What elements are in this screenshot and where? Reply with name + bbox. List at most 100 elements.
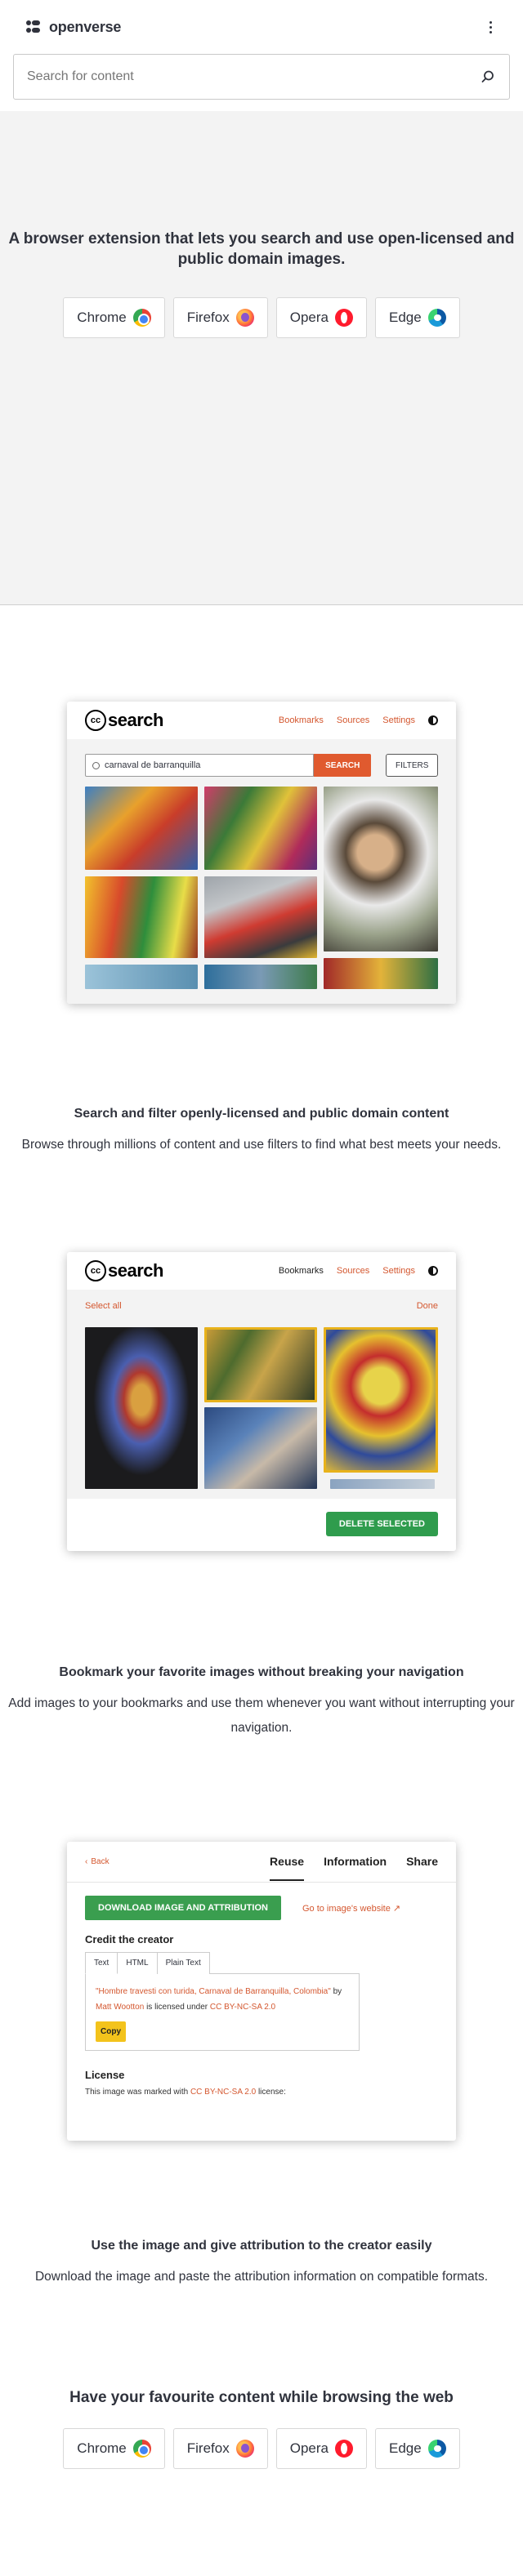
kebab-menu-icon[interactable] xyxy=(485,18,497,37)
hero-section: A browser extension that lets you search… xyxy=(0,111,523,605)
edge-icon xyxy=(427,309,446,327)
cc-search-logo: cc search xyxy=(85,1260,163,1281)
result-image xyxy=(204,965,317,989)
feature-search: cc search Bookmarks Sources Settings car… xyxy=(0,605,523,1157)
opera-button[interactable]: Opera xyxy=(275,2428,367,2469)
logo-text: openverse xyxy=(49,18,122,35)
mock-select-bar: Select all Done xyxy=(67,1290,456,1322)
external-link-icon: ↗ xyxy=(392,1903,401,1914)
chrome-icon xyxy=(132,309,151,327)
search-bar xyxy=(13,54,510,100)
feature-title: Use the image and give attribution to th… xyxy=(91,2239,432,2253)
license-title: License xyxy=(85,2069,125,2081)
browser-label: Firefox xyxy=(186,2440,230,2456)
hero-browser-buttons: Chrome Firefox Opera Edge xyxy=(0,297,523,338)
edge-button[interactable]: Edge xyxy=(374,297,460,338)
edge-button[interactable]: Edge xyxy=(374,2428,460,2469)
mock-nav-settings: Settings xyxy=(382,715,415,725)
copy-button: Copy xyxy=(96,2021,126,2042)
mock-reuse-header: ‹ Back Reuse Information Share xyxy=(67,1842,456,1883)
chevron-left-icon: ‹ xyxy=(85,1857,88,1866)
attribution-by: by xyxy=(333,1987,342,1996)
attribution-licensed: is licensed under xyxy=(146,2003,208,2012)
mock-nav-sources: Sources xyxy=(336,1266,370,1276)
mock-filters-button: FILTERS xyxy=(386,754,438,777)
mock-content: Select all Done xyxy=(67,1290,456,1499)
search-input[interactable] xyxy=(27,69,449,84)
firefox-button[interactable]: Firefox xyxy=(172,297,268,338)
bookmark-image xyxy=(204,1407,317,1489)
attribution-license: CC BY-NC-SA 2.0 xyxy=(209,2003,276,2012)
mock-download-row: DOWNLOAD IMAGE AND ATTRIBUTION Go to ima… xyxy=(67,1883,456,1920)
firefox-icon xyxy=(235,309,254,327)
hero-title: A browser extension that lets you search… xyxy=(8,230,515,268)
result-image xyxy=(85,876,198,958)
feature-bookmark: cc search Bookmarks Sources Settings Sel… xyxy=(0,1157,523,1740)
search-screenshot: cc search Bookmarks Sources Settings car… xyxy=(67,702,456,1004)
attribution-title: "Hombre travesti con turida, Carnaval de… xyxy=(96,1987,331,1996)
browser-label: Edge xyxy=(388,310,422,325)
license-text: This image was marked with CC BY-NC-SA 2… xyxy=(67,2088,456,2105)
chrome-button[interactable]: Chrome xyxy=(63,297,165,338)
delete-selected-button: DELETE SELECTED xyxy=(325,1512,438,1536)
opera-button[interactable]: Opera xyxy=(275,297,367,338)
cc-logo-word: search xyxy=(108,1260,163,1281)
result-image xyxy=(204,787,317,870)
search-icon[interactable] xyxy=(480,69,496,85)
page: openverse A browser extension that lets … xyxy=(0,0,523,2576)
footer-cta: Have your favourite content while browsi… xyxy=(0,2289,523,2469)
license-text-post: license: xyxy=(257,2088,286,2097)
license-name: CC BY-NC-SA 2.0 xyxy=(190,2088,257,2097)
feature-description: Browse through millions of content and u… xyxy=(21,1138,502,1152)
mock-bookmark-grid xyxy=(67,1322,456,1489)
reuse-screenshot: ‹ Back Reuse Information Share DOWNLOAD … xyxy=(67,1842,456,2141)
feature-description: Add images to your bookmarks and use the… xyxy=(8,1696,515,1735)
result-image xyxy=(204,876,317,958)
result-image xyxy=(324,787,438,952)
back-label: Back xyxy=(91,1857,110,1866)
firefox-button[interactable]: Firefox xyxy=(172,2428,268,2469)
license-text-pre: This image was marked with xyxy=(85,2088,189,2097)
contrast-icon xyxy=(428,715,438,725)
openverse-logo-icon xyxy=(26,20,41,33)
attribution-box: "Hombre travesti con turida, Carnaval de… xyxy=(85,1973,360,2051)
credit-tab-text: Text xyxy=(85,1952,118,1974)
browser-label: Opera xyxy=(289,2440,329,2456)
browser-label: Chrome xyxy=(77,310,127,325)
opera-icon xyxy=(334,309,353,327)
result-image xyxy=(85,787,198,870)
mock-search-field: carnaval de barranquilla xyxy=(85,754,314,777)
cc-logo-icon: cc xyxy=(85,710,106,731)
contrast-icon xyxy=(428,1266,438,1276)
feature-reuse: ‹ Back Reuse Information Share DOWNLOAD … xyxy=(0,1740,523,2289)
credit-title: Credit the creator xyxy=(85,1933,174,1945)
bookmark-image-selected xyxy=(324,1327,438,1473)
feature-description: Download the image and paste the attribu… xyxy=(34,2270,488,2284)
cc-search-logo: cc search xyxy=(85,710,163,731)
tab-information: Information xyxy=(324,1854,387,1868)
credit-tab-plain-text: Plain Text xyxy=(156,1952,210,1974)
tab-share: Share xyxy=(406,1854,438,1868)
openverse-logo[interactable]: openverse xyxy=(26,19,121,36)
firefox-icon xyxy=(235,2440,254,2458)
edge-icon xyxy=(427,2440,446,2458)
chrome-button[interactable]: Chrome xyxy=(63,2428,165,2469)
footer-title: Have your favourite content while browsi… xyxy=(69,2389,454,2406)
result-image xyxy=(85,965,198,989)
mock-nav: Bookmarks Sources Settings xyxy=(279,715,438,725)
bookmark-screenshot: cc search Bookmarks Sources Settings Sel… xyxy=(67,1252,456,1551)
mock-nav-sources: Sources xyxy=(336,715,370,725)
mock-query: carnaval de barranquilla xyxy=(105,760,201,770)
goto-label: Go to image's website xyxy=(302,1903,391,1914)
browser-label: Firefox xyxy=(186,310,230,325)
mock-header: cc search Bookmarks Sources Settings xyxy=(67,1252,456,1290)
mock-nav-bookmarks: Bookmarks xyxy=(278,715,324,725)
mock-header: cc search Bookmarks Sources Settings xyxy=(67,702,456,739)
opera-icon xyxy=(334,2440,353,2458)
mock-image-grid xyxy=(67,787,456,989)
feature-title: Search and filter openly-licensed and pu… xyxy=(74,1107,449,1121)
mock-nav: Bookmarks Sources Settings xyxy=(279,1266,438,1276)
browser-label: Edge xyxy=(388,2440,422,2456)
browser-label: Opera xyxy=(289,310,329,325)
mock-tabs: Reuse Information Share xyxy=(270,1843,438,1881)
